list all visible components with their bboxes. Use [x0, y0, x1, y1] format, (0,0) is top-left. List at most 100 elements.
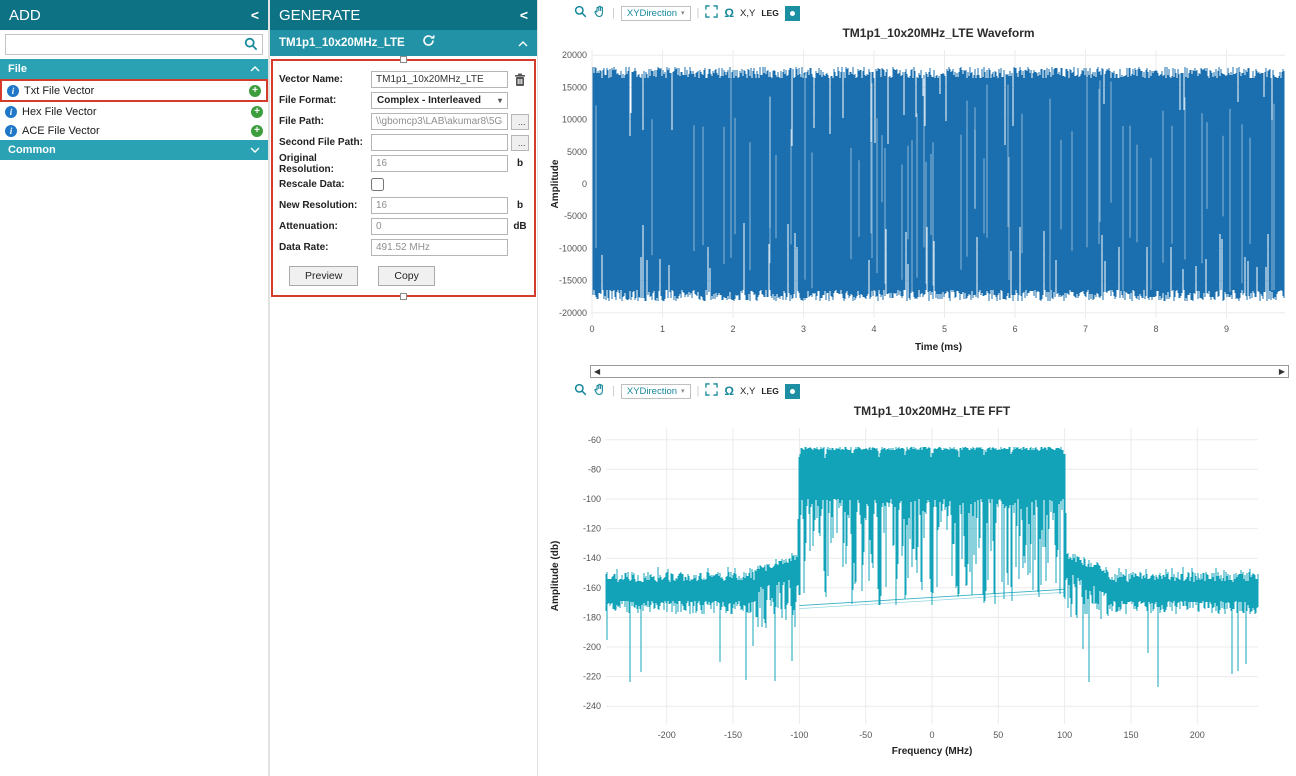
svg-text:6: 6 [1012, 324, 1017, 334]
svg-text:15000: 15000 [562, 82, 587, 92]
svg-text:-200: -200 [583, 642, 601, 652]
svg-text:3: 3 [801, 324, 806, 334]
scroll-right-arrow[interactable]: ▶ [1279, 367, 1285, 376]
svg-text:-180: -180 [583, 612, 601, 622]
info-icon[interactable]: i [5, 125, 17, 137]
file-section-header[interactable]: File [0, 59, 268, 79]
svg-text:-20000: -20000 [559, 308, 587, 318]
add-panel-collapse-icon[interactable]: < [251, 7, 259, 23]
vector-name-label: Vector Name: [279, 74, 371, 85]
sidebar-item-hex-file-vector[interactable]: i Hex File Vector + [0, 102, 268, 121]
xydirection-dropdown[interactable]: XYDirection ▾ [621, 6, 691, 21]
pan-hand-icon[interactable] [593, 383, 606, 399]
common-section-header[interactable]: Common [0, 140, 268, 160]
selection-handle-top[interactable] [400, 56, 407, 63]
svg-text:8: 8 [1153, 324, 1158, 334]
marker-button[interactable] [785, 384, 800, 399]
file-format-label: File Format: [279, 95, 371, 106]
svg-text:0: 0 [929, 730, 934, 740]
item-label: ACE File Vector [22, 125, 100, 137]
file-path-browse-button[interactable]: ... [511, 114, 529, 130]
svg-text:Frequency (MHz): Frequency (MHz) [892, 746, 973, 757]
omega-tool-icon[interactable]: Ω [724, 6, 734, 20]
file-format-row: File Format: Complex - Interleaved ▾ [279, 90, 529, 111]
vector-header[interactable]: TM1p1_10x20MHz_LTE [270, 30, 537, 56]
rescale-data-label: Rescale Data: [279, 179, 371, 190]
add-plus-icon[interactable]: + [251, 125, 263, 137]
xy-readout-toggle[interactable]: X,Y [740, 8, 755, 19]
fft-chart[interactable]: -60-80-100-120-140-160-180-200-220-240-2… [546, 402, 1291, 768]
xy-readout-toggle[interactable]: X,Y [740, 386, 755, 397]
second-file-path-input[interactable] [371, 134, 508, 151]
generate-panel-header: GENERATE < [270, 0, 537, 30]
pan-hand-icon[interactable] [593, 5, 606, 21]
vector-name-row: Vector Name: [279, 69, 529, 90]
new-resolution-label: New Resolution: [279, 200, 371, 211]
info-icon[interactable]: i [5, 106, 17, 118]
generate-panel: GENERATE < TM1p1_10x20MHz_LTE Vector Nam… [270, 0, 538, 776]
form-buttons: Preview Copy [289, 266, 529, 286]
file-section-label: File [8, 63, 27, 75]
svg-text:-200: -200 [658, 730, 676, 740]
toolbar-divider: | [612, 7, 615, 19]
chevron-down-icon: ▾ [681, 9, 685, 17]
generate-panel-collapse-icon[interactable]: < [520, 7, 528, 23]
toolbar-divider: | [612, 385, 615, 397]
original-resolution-unit: b [511, 158, 529, 169]
xydirection-dropdown[interactable]: XYDirection ▾ [621, 384, 691, 399]
new-resolution-row: New Resolution: b [279, 195, 529, 216]
svg-text:-5000: -5000 [564, 211, 587, 221]
delete-vector-button[interactable] [511, 73, 529, 87]
data-rate-label: Data Rate: [279, 242, 371, 253]
svg-text:150: 150 [1123, 730, 1138, 740]
add-plus-icon[interactable]: + [249, 85, 261, 97]
preview-button[interactable]: Preview [289, 266, 358, 286]
sidebar-item-txt-file-vector[interactable]: i Txt File Vector + [2, 81, 266, 100]
omega-tool-icon[interactable]: Ω [724, 384, 734, 398]
info-icon[interactable]: i [7, 85, 19, 97]
rescale-data-checkbox[interactable] [371, 178, 384, 191]
svg-text:-220: -220 [583, 672, 601, 682]
vector-name-input[interactable] [371, 71, 508, 88]
legend-toggle[interactable]: LEG [761, 8, 778, 18]
fit-to-view-icon[interactable] [705, 383, 718, 399]
chart-area: | XYDirection ▾ | Ω X,Y LEG 200001500010… [538, 0, 1296, 776]
refresh-icon[interactable] [421, 33, 436, 53]
data-rate-input[interactable] [371, 239, 508, 256]
file-format-select[interactable]: Complex - Interleaved ▾ [371, 92, 508, 109]
svg-text:-100: -100 [583, 494, 601, 504]
marker-button[interactable] [785, 6, 800, 21]
waveform-chart[interactable]: 20000150001000050000-5000-10000-15000-20… [546, 24, 1291, 362]
second-file-path-browse-button[interactable]: ... [511, 135, 529, 151]
attenuation-row: Attenuation: dB [279, 216, 529, 237]
attenuation-unit: dB [511, 221, 529, 232]
svg-text:Time (ms): Time (ms) [915, 342, 962, 353]
waveform-scrollbar[interactable]: ◀ ▶ [590, 365, 1289, 378]
search-input[interactable] [5, 34, 263, 55]
legend-toggle[interactable]: LEG [761, 386, 778, 396]
add-plus-icon[interactable]: + [251, 106, 263, 118]
fit-to-view-icon[interactable] [705, 5, 718, 21]
file-path-input[interactable] [371, 113, 508, 130]
attenuation-input[interactable] [371, 218, 508, 235]
svg-text:-10000: -10000 [559, 243, 587, 253]
svg-text:-140: -140 [583, 553, 601, 563]
scroll-left-arrow[interactable]: ◀ [594, 367, 600, 376]
original-resolution-label: Original Resolution: [279, 153, 371, 175]
selection-handle-bottom[interactable] [400, 293, 407, 300]
data-rate-row: Data Rate: [279, 237, 529, 258]
chevron-down-icon [250, 144, 260, 156]
search-icon[interactable] [244, 37, 258, 56]
copy-button[interactable]: Copy [378, 266, 435, 286]
waveform-toolbar: | XYDirection ▾ | Ω X,Y LEG [574, 2, 1293, 24]
annotation-highlight-txt-file-vector: i Txt File Vector + [0, 79, 268, 102]
zoom-icon[interactable] [574, 5, 587, 21]
chevron-up-icon[interactable] [518, 34, 528, 52]
zoom-icon[interactable] [574, 383, 587, 399]
file-path-row: File Path: ... [279, 111, 529, 132]
original-resolution-row: Original Resolution: b [279, 153, 529, 174]
original-resolution-input[interactable] [371, 155, 508, 172]
xydirection-label: XYDirection [627, 8, 677, 19]
new-resolution-input[interactable] [371, 197, 508, 214]
sidebar-item-ace-file-vector[interactable]: i ACE File Vector + [0, 121, 268, 140]
